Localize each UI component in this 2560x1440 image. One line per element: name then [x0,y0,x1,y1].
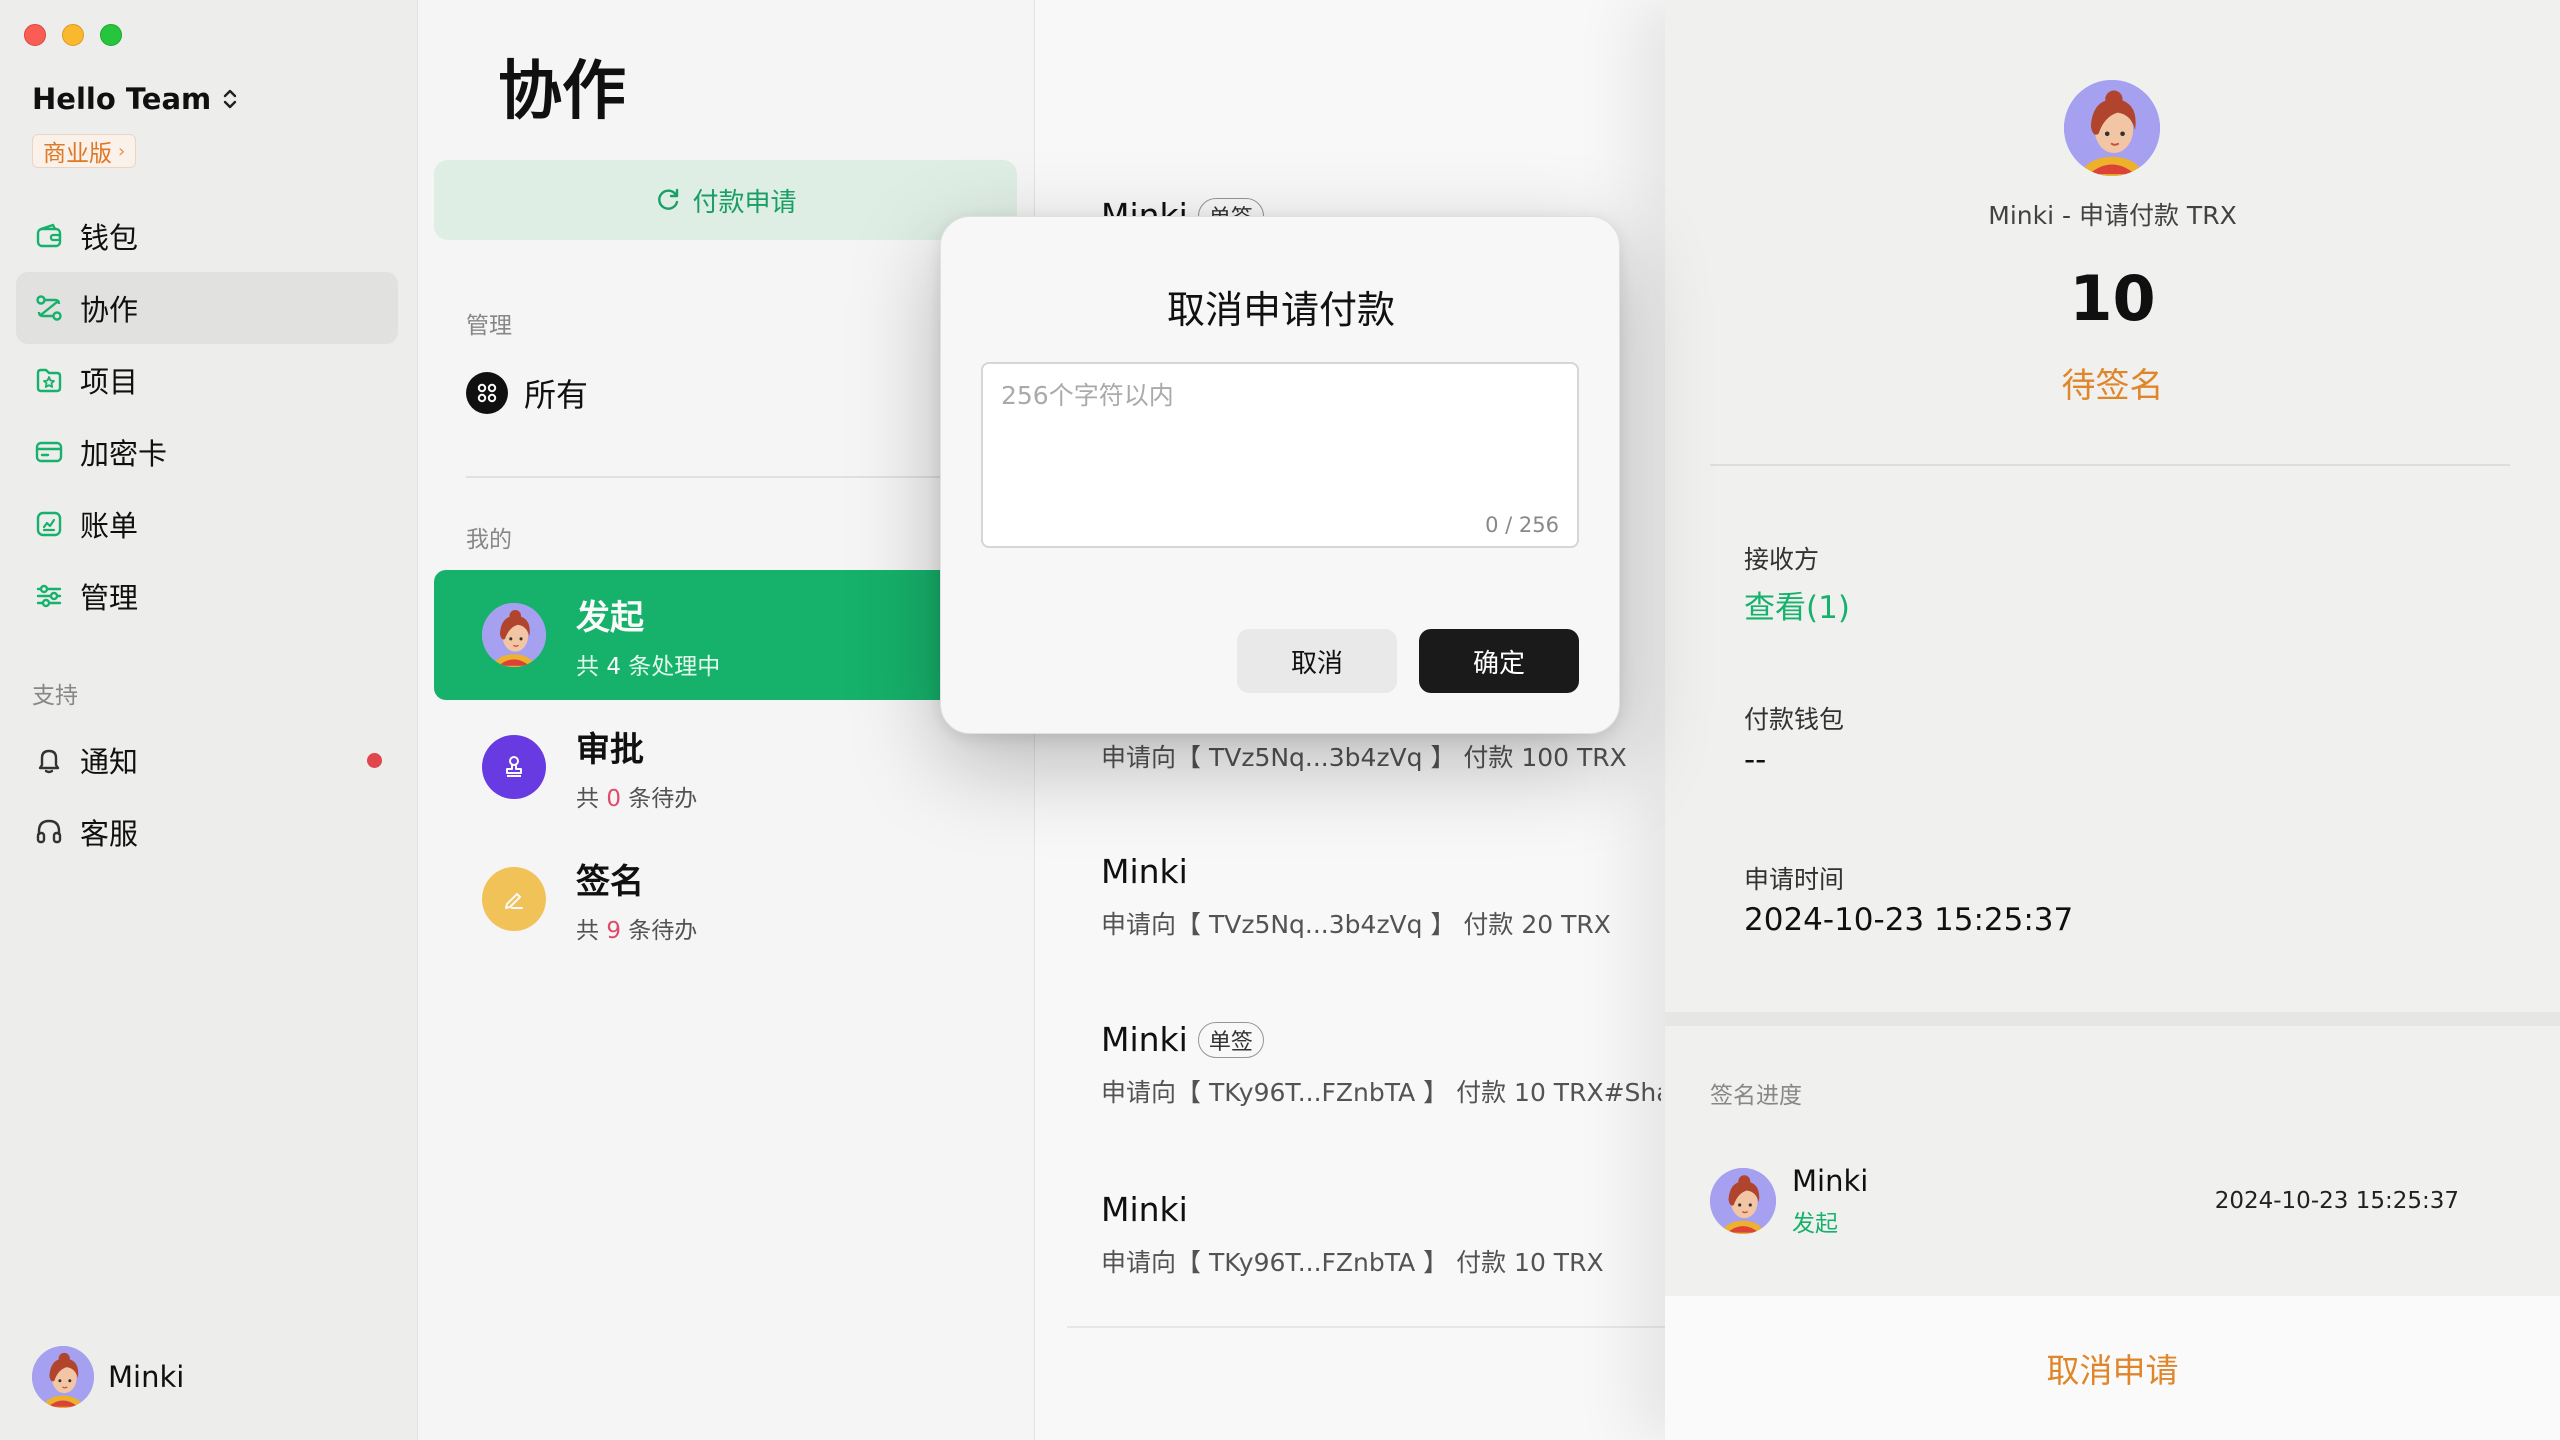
confirm-button[interactable]: 确定 [1419,629,1579,693]
dialog-title: 取消申请付款 [1166,288,1395,332]
character-counter: 0 / 256 [1485,513,1559,537]
cancel-payment-dialog: 取消申请付款 0 / 256 取消 确定 [940,216,1620,734]
cancel-button[interactable]: 取消 [1237,629,1397,693]
